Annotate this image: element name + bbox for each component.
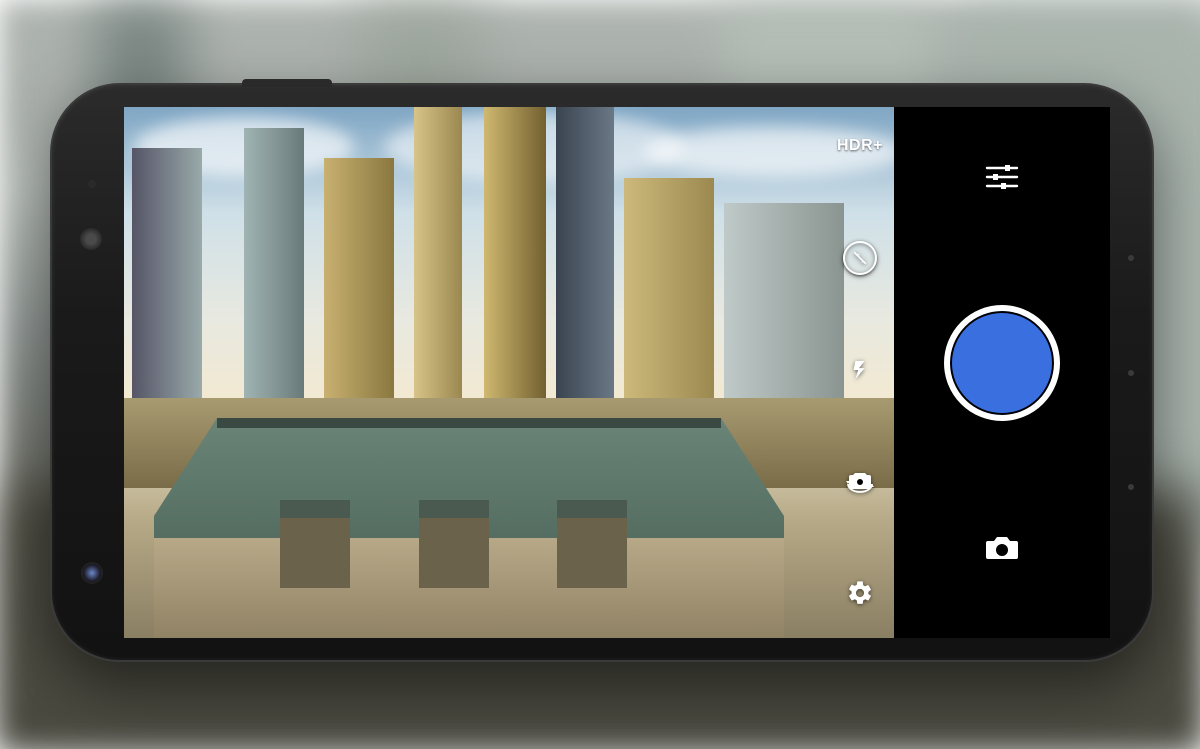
exposure-icon[interactable]: + − bbox=[843, 241, 877, 275]
svg-text:−: − bbox=[861, 257, 866, 266]
settings-icon[interactable] bbox=[846, 579, 874, 607]
hw-indicator bbox=[1128, 255, 1134, 261]
shutter-button[interactable] bbox=[944, 305, 1060, 421]
power-button-hw bbox=[242, 79, 332, 87]
camera-mode-icon[interactable] bbox=[982, 528, 1022, 568]
viewfinder-scene bbox=[124, 107, 894, 638]
sliders-icon[interactable] bbox=[982, 157, 1022, 197]
hdr-toggle[interactable]: HDR+ bbox=[837, 137, 883, 155]
phone-frame: HDR+ + − bbox=[50, 83, 1154, 662]
earpiece-speaker bbox=[80, 228, 102, 250]
switch-camera-icon[interactable] bbox=[845, 469, 875, 493]
hw-indicator bbox=[1128, 370, 1134, 376]
camera-controls-bar bbox=[894, 107, 1110, 638]
screen: HDR+ + − bbox=[124, 107, 1110, 638]
front-camera-hw bbox=[83, 564, 101, 582]
flash-icon[interactable] bbox=[849, 359, 871, 381]
hw-indicator bbox=[1128, 484, 1134, 490]
camera-viewfinder[interactable]: HDR+ + − bbox=[124, 107, 894, 638]
proximity-sensor bbox=[88, 180, 96, 188]
